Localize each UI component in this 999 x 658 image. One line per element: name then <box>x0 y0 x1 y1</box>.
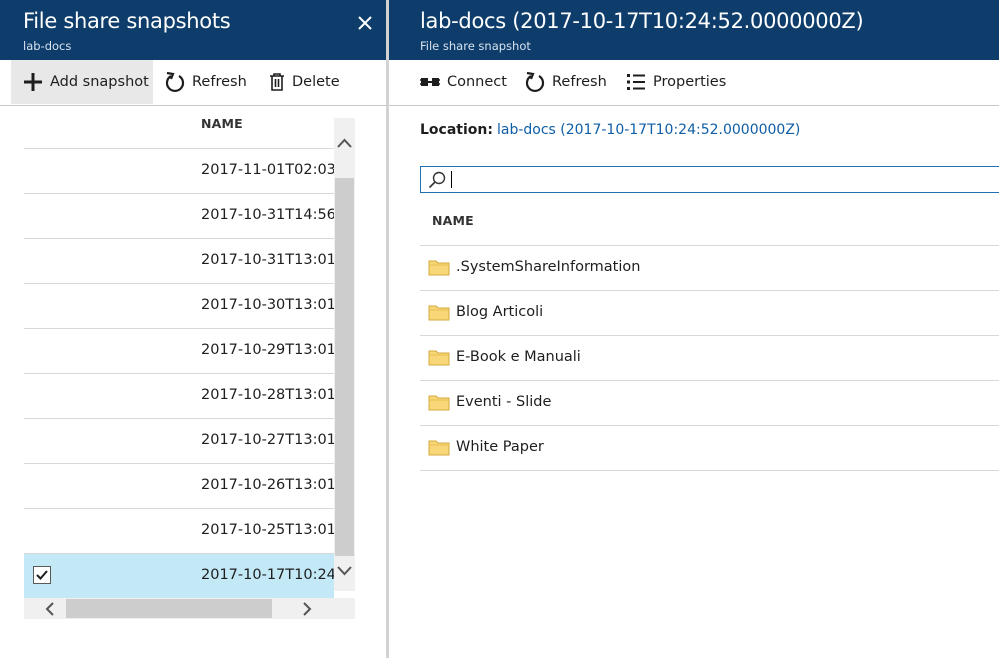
snapshot-row[interactable]: 2017-10-31T13:01:15. <box>24 239 334 284</box>
folder-icon <box>428 395 450 411</box>
snapshot-name: 2017-10-29T13:01:16 <box>201 342 334 358</box>
plus-icon <box>24 73 42 91</box>
snapshot-name: 2017-10-31T14:56:17 <box>201 207 334 223</box>
snapshot-name: 2017-10-31T13:01:15. <box>201 252 334 268</box>
folder-icon <box>428 350 450 366</box>
trash-icon <box>270 73 284 91</box>
scroll-right-icon[interactable] <box>302 602 312 616</box>
snapshot-list: 2017-11-01T02:03:28 2017-10-31T14:56:17 20… <box>24 105 334 600</box>
folder-icon <box>428 305 450 321</box>
blade-subtitle: lab-docs <box>23 39 72 53</box>
snapshot-row[interactable]: 2017-10-29T13:01:16 <box>24 329 334 374</box>
horizontal-scroll-thumb[interactable] <box>66 599 272 618</box>
snapshot-row[interactable]: 2017-10-17T10:24:52 <box>24 554 334 599</box>
snapshot-row[interactable]: 2017-10-25T13:01:17 <box>24 509 334 554</box>
snapshot-name: 2017-10-30T13:01:14 <box>201 297 334 313</box>
properties-button[interactable]: Properties <box>626 60 726 104</box>
blade-title: File share snapshots <box>23 9 231 33</box>
connect-button[interactable]: Connect <box>420 60 507 104</box>
snapshot-name: 2017-11-01T02:03:28 <box>201 162 334 178</box>
properties-label: Properties <box>653 74 727 90</box>
horizontal-scrollbar[interactable] <box>24 598 355 619</box>
folder-icon <box>428 260 450 276</box>
detail-refresh-button[interactable]: Refresh <box>525 60 607 104</box>
folder-name: Eventi - Slide <box>456 394 552 410</box>
refresh-label: Refresh <box>192 74 247 90</box>
vertical-scroll-thumb[interactable] <box>335 178 354 556</box>
snapshots-blade: File share snapshots lab-docs Add snapsh… <box>0 0 386 658</box>
delete-label: Delete <box>292 74 340 90</box>
snapshot-name: 2017-10-26T13:01:16 <box>201 477 334 493</box>
snapshot-detail-blade: lab-docs (2017-10-17T10:24:52.0000000Z) … <box>389 0 999 658</box>
connect-icon <box>420 78 440 86</box>
folder-row[interactable]: Blog Articoli <box>420 291 999 336</box>
text-caret <box>451 171 452 188</box>
add-snapshot-label: Add snapshot <box>50 74 149 90</box>
delete-button[interactable]: Delete <box>269 60 340 104</box>
scroll-up-icon[interactable] <box>337 138 352 148</box>
detail-refresh-label: Refresh <box>552 74 607 90</box>
folder-row[interactable]: E-Book e Manuali <box>420 336 999 381</box>
row-checkbox[interactable] <box>33 566 51 584</box>
folder-row[interactable]: Eventi - Slide <box>420 381 999 426</box>
scroll-left-icon[interactable] <box>45 602 55 616</box>
snapshot-row[interactable]: 2017-10-28T13:01:15 <box>24 374 334 419</box>
snapshot-row[interactable]: 2017-11-01T02:03:28 <box>24 149 334 194</box>
folder-name-column-header[interactable]: NAME <box>432 213 474 228</box>
folder-name: White Paper <box>456 439 544 455</box>
snapshot-row[interactable]: 2017-10-27T13:01:17 <box>24 419 334 464</box>
folder-name: .SystemShareInformation <box>456 259 641 275</box>
refresh-icon <box>525 71 545 93</box>
detail-blade-header: lab-docs (2017-10-17T10:24:52.0000000Z) … <box>389 0 999 60</box>
detail-subtitle: File share snapshot <box>420 39 531 53</box>
detail-title: lab-docs (2017-10-17T10:24:52.0000000Z) <box>420 9 864 33</box>
snapshot-name: 2017-10-17T10:24:52 <box>201 567 334 583</box>
vertical-scrollbar[interactable] <box>334 118 355 591</box>
add-snapshot-button[interactable]: Add snapshot <box>11 60 153 104</box>
close-icon[interactable] <box>354 12 376 34</box>
folder-name: E-Book e Manuali <box>456 349 581 365</box>
snapshots-toolbar: Add snapshot Refresh Delete <box>0 60 386 106</box>
location-label: Location: <box>420 122 493 138</box>
snapshots-blade-header: File share snapshots lab-docs <box>0 0 386 60</box>
snapshot-name: 2017-10-27T13:01:17 <box>201 432 334 448</box>
folder-name: Blog Articoli <box>456 304 544 320</box>
snapshot-name: 2017-10-28T13:01:15 <box>201 387 334 403</box>
connect-label: Connect <box>447 74 507 90</box>
refresh-icon <box>165 71 185 93</box>
checkmark-icon <box>36 570 48 580</box>
snapshot-name: 2017-10-25T13:01:17 <box>201 522 334 538</box>
search-box[interactable] <box>420 166 999 193</box>
folder-icon <box>428 440 450 456</box>
snapshot-row[interactable]: 2017-10-26T13:01:16 <box>24 464 334 509</box>
snapshot-row[interactable]: 2017-10-31T14:56:17 <box>24 194 334 239</box>
detail-toolbar: Connect Refresh Properties <box>389 60 999 106</box>
list-icon <box>627 74 645 90</box>
scroll-down-icon[interactable] <box>337 566 352 576</box>
folder-row[interactable]: .SystemShareInformation <box>420 246 999 291</box>
search-input[interactable] <box>451 169 995 191</box>
snapshot-row[interactable]: 2017-10-30T13:01:14 <box>24 284 334 329</box>
location-line: Location: lab-docs (2017-10-17T10:24:52.0… <box>420 122 800 138</box>
search-icon <box>428 171 446 189</box>
location-link[interactable]: lab-docs (2017-10-17T10:24:52.0000000Z) <box>497 122 800 138</box>
refresh-button[interactable]: Refresh <box>165 60 247 104</box>
folder-row[interactable]: White Paper <box>420 426 999 471</box>
